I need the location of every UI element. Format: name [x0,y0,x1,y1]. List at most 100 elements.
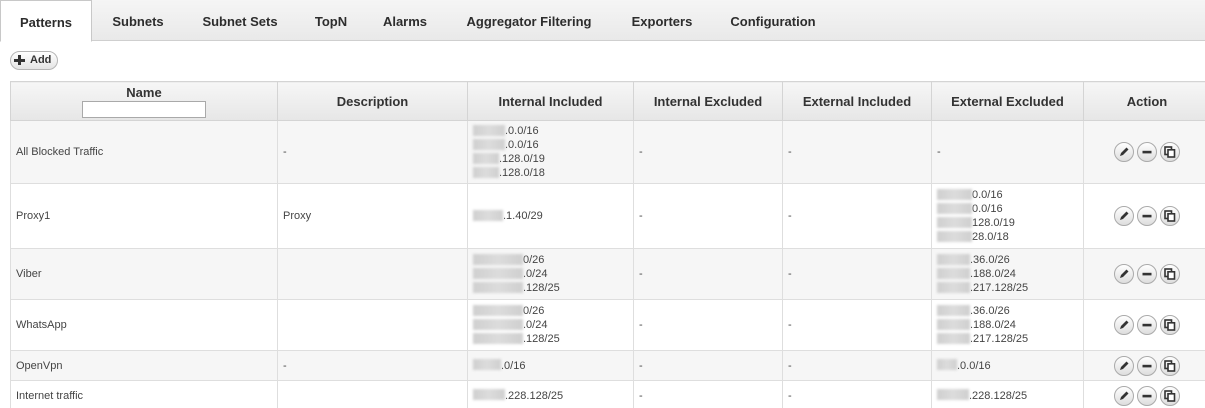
tab-subnet-sets[interactable]: Subnet Sets [190,0,290,41]
name-filter-input[interactable] [82,101,206,118]
row-internal-included: .1.40/29 [467,183,634,249]
ip-value: .0.0/16 [957,359,991,372]
row-external-included: - [782,350,932,381]
ip-value: 128.0/19 [972,217,1015,229]
delete-icon[interactable] [1137,142,1157,162]
row-external-included: - [782,299,932,351]
ip-value: .217.128/25 [970,333,1029,345]
delete-icon[interactable] [1137,206,1157,226]
edit-icon[interactable] [1114,264,1134,284]
ip-value: .188.0/24 [970,319,1016,331]
row-description: - [277,350,468,381]
row-actions [1083,183,1205,249]
table-row[interactable]: Proxy1 Proxy .1.40/29 - - 0.0/16 0.0/16 … [10,183,1205,249]
row-internal-included: .228.128/25 [467,380,634,408]
row-name: Viber [10,248,278,300]
row-internal-included: .0.0/16 .0.0/16 .128.0/19 .128.0/18 [467,120,634,184]
row-internal-excluded: - [633,380,783,408]
edit-icon[interactable] [1114,142,1134,162]
row-name: OpenVpn [10,350,278,381]
row-name: WhatsApp [10,299,278,351]
row-description: Proxy [277,183,468,249]
row-external-included: - [782,120,932,184]
ip-value: .0.0/16 [505,125,539,137]
copy-icon[interactable] [1160,385,1180,406]
ip-value: .217.128/25 [970,282,1029,294]
ip-value: .36.0/26 [970,305,1010,317]
row-description [277,248,468,300]
table-row[interactable]: Internet traffic .228.128/25 - - .228.12… [10,380,1205,408]
ip-value: 0/26 [523,305,545,317]
copy-icon[interactable] [1160,315,1180,335]
ip-value: .128.0/19 [499,153,545,165]
edit-icon[interactable] [1114,315,1134,335]
row-name: Proxy1 [10,183,278,249]
table-row[interactable]: OpenVpn - .0/16 - - .0.0/16 [10,350,1205,381]
plus-icon [14,54,26,66]
row-external-included: - [782,248,932,300]
ip-value: 0.0/16 [972,189,1003,201]
row-internal-excluded: - [633,299,783,351]
column-header-description[interactable]: Description [277,81,468,121]
tab-topn[interactable]: TopN [305,0,357,41]
tab-configuration[interactable]: Configuration [720,0,826,41]
row-internal-included: 0/26 .0/24 .128/25 [467,248,634,300]
row-external-included: - [782,183,932,249]
edit-icon[interactable] [1114,355,1134,376]
add-button-label: Add [30,54,52,66]
row-actions [1083,350,1205,381]
row-internal-excluded: - [633,120,783,184]
ip-value: 28.0/18 [972,231,1009,243]
edit-icon[interactable] [1114,206,1134,226]
ip-value: .128/25 [523,282,560,294]
delete-icon[interactable] [1137,385,1157,406]
tab-exporters[interactable]: Exporters [622,0,702,41]
column-header-external-included[interactable]: External Included [782,81,932,121]
ip-value: .188.0/24 [970,268,1016,280]
table-header-row: Name Description Internal Included Inter… [10,81,1205,121]
ip-value: .0/16 [501,359,526,372]
row-name: All Blocked Traffic [10,120,278,184]
row-internal-excluded: - [633,248,783,300]
ip-value: .0/24 [523,319,548,331]
table-row[interactable]: Viber 0/26 .0/24 .128/25 - - .36.0/26 .1… [10,248,1205,300]
column-header-internal-excluded[interactable]: Internal Excluded [633,81,783,121]
column-header-external-excluded[interactable]: External Excluded [931,81,1084,121]
row-description [277,380,468,408]
row-description [277,299,468,351]
delete-icon[interactable] [1137,264,1157,284]
row-internal-excluded: - [633,183,783,249]
row-external-excluded: .36.0/26 .188.0/24 .217.128/25 [931,299,1084,351]
ip-value: .228.128/25 [969,389,1028,402]
row-external-excluded: 0.0/16 0.0/16 128.0/19 28.0/18 [931,183,1084,249]
row-actions [1083,380,1205,408]
ip-value: .36.0/26 [970,254,1010,266]
row-actions [1083,248,1205,300]
column-header-action: Action [1083,81,1205,121]
copy-icon[interactable] [1160,142,1180,162]
table-row[interactable]: All Blocked Traffic - .0.0/16 .0.0/16 .1… [10,120,1205,184]
tab-bar: Patterns Subnets Subnet Sets TopN Alarms… [0,0,1205,42]
copy-icon[interactable] [1160,206,1180,226]
add-button[interactable]: Add [10,51,58,70]
copy-icon[interactable] [1160,264,1180,284]
edit-icon[interactable] [1114,385,1134,406]
tab-subnets[interactable]: Subnets [102,0,174,41]
tab-patterns[interactable]: Patterns [0,0,92,42]
column-header-internal-included[interactable]: Internal Included [467,81,634,121]
patterns-table: Name Description Internal Included Inter… [10,81,1205,408]
row-internal-included: .0/16 [467,350,634,381]
column-header-name-label: Name [126,85,162,100]
delete-icon[interactable] [1137,315,1157,335]
copy-icon[interactable] [1160,355,1180,376]
tab-aggregator-filtering[interactable]: Aggregator Filtering [455,0,603,41]
row-actions [1083,120,1205,184]
tab-alarms[interactable]: Alarms [374,0,436,41]
row-description: - [277,120,468,184]
ip-value: .0.0/16 [505,139,539,151]
column-header-name[interactable]: Name [10,81,278,121]
ip-value: .228.128/25 [505,389,564,402]
ip-value: .128/25 [523,333,560,345]
table-row[interactable]: WhatsApp 0/26 .0/24 .128/25 - - .36.0/26… [10,299,1205,351]
delete-icon[interactable] [1137,355,1157,376]
